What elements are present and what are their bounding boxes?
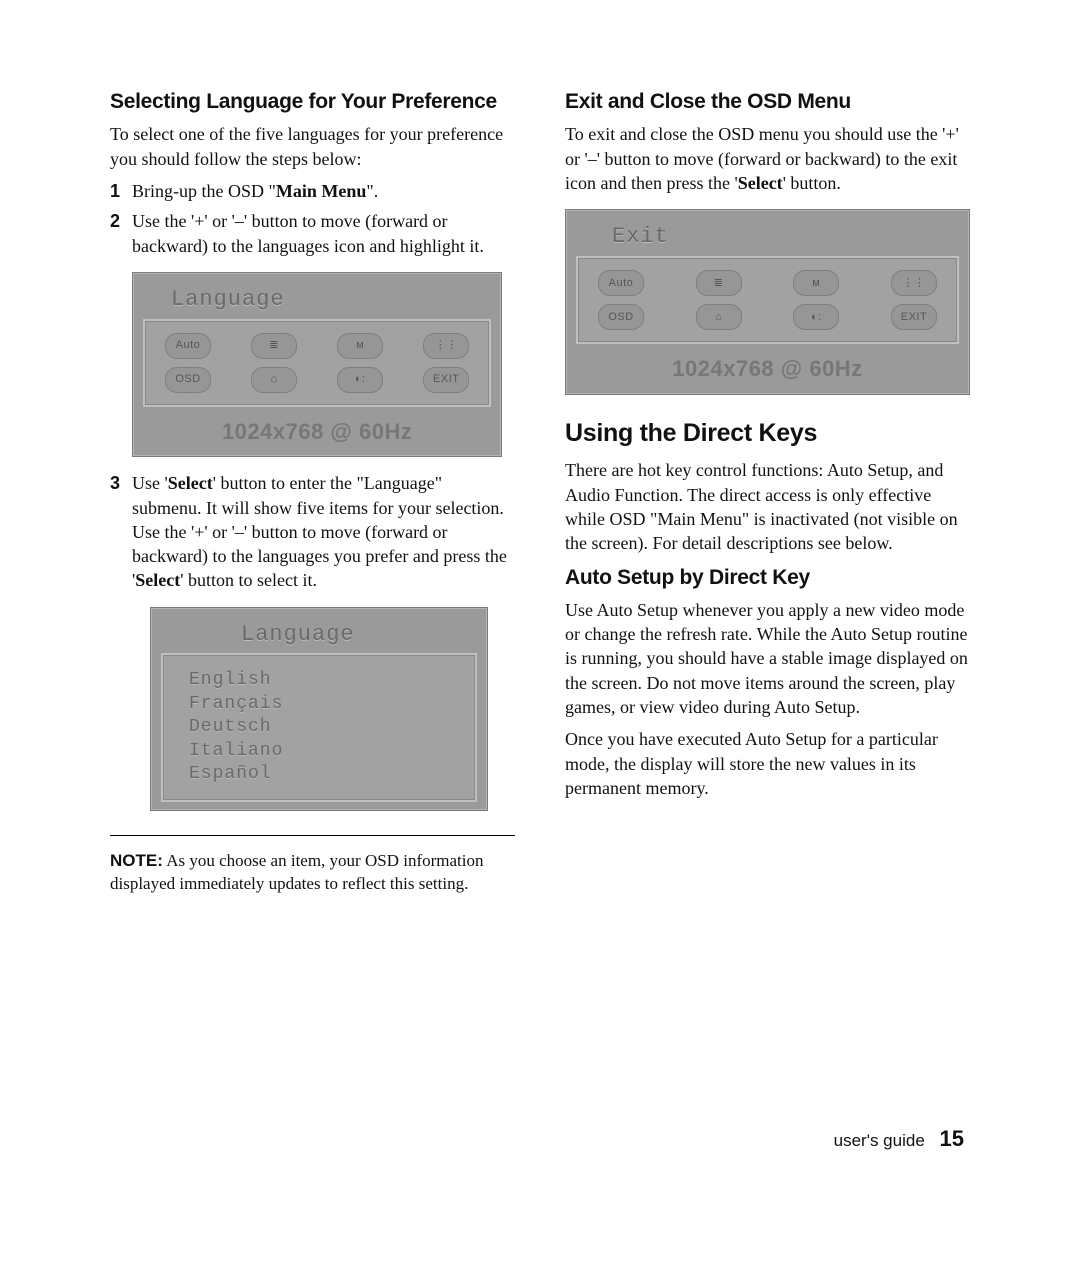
m-icon: ᴍ xyxy=(337,333,383,359)
osd-icon: OSD xyxy=(598,304,644,330)
audio-icon: ◐: xyxy=(337,367,383,393)
osd-resolution: 1024x768 @ 60Hz xyxy=(576,344,959,386)
page-footer: user's guide 15 xyxy=(110,1124,970,1154)
intro-text: To select one of the five languages for … xyxy=(110,122,515,171)
lang-item: Français xyxy=(189,693,457,716)
page-number: 15 xyxy=(940,1126,964,1151)
osd-title: Language xyxy=(161,618,477,654)
note-text: NOTE: As you choose an item, your OSD in… xyxy=(110,850,515,896)
step-2-num: 2 xyxy=(110,209,132,258)
lang-item: English xyxy=(189,669,457,692)
step-1-text: Bring-up the OSD "Main Menu". xyxy=(132,179,515,203)
lang-item: Italiano xyxy=(189,740,457,763)
exit-icon: EXIT xyxy=(891,304,937,330)
step-3-text: Use 'Select' button to enter the "Langua… xyxy=(132,471,515,592)
heading-exit-close: Exit and Close the OSD Menu xyxy=(565,88,970,116)
list-icon: ≣ xyxy=(251,333,297,359)
home-icon: ⌂ xyxy=(696,304,742,330)
exit-close-text: To exit and close the OSD menu you shoul… xyxy=(565,122,970,195)
lang-item: Deutsch xyxy=(189,716,457,739)
footer-label: user's guide xyxy=(834,1131,925,1150)
direct-keys-text: There are hot key control functions: Aut… xyxy=(565,458,970,555)
home-icon: ⌂ xyxy=(251,367,297,393)
lang-item: Español xyxy=(189,763,457,786)
osd-resolution: 1024x768 @ 60Hz xyxy=(143,407,491,449)
osd-language-submenu: Language English Français Deutsch Italia… xyxy=(150,607,488,812)
m-icon: ᴍ xyxy=(793,270,839,296)
osd-title: Language xyxy=(143,283,491,319)
heading-auto-setup: Auto Setup by Direct Key xyxy=(565,564,970,592)
step-2-text: Use the '+' or '–' button to move (forwa… xyxy=(132,209,515,258)
osd-title: Exit xyxy=(576,220,959,256)
step-1-num: 1 xyxy=(110,179,132,203)
dots-icon: ⋮⋮ xyxy=(891,270,937,296)
auto-setup-p1: Use Auto Setup whenever you apply a new … xyxy=(565,598,970,719)
heading-select-language: Selecting Language for Your Preference xyxy=(110,88,515,116)
osd-icon: OSD xyxy=(165,367,211,393)
auto-setup-p2: Once you have executed Auto Setup for a … xyxy=(565,727,970,800)
osd-language-menu: Language Auto ≣ ᴍ ⋮⋮ OSD ⌂ ◐: EXIT 1024x… xyxy=(132,272,502,457)
osd-exit-menu: Exit Auto ≣ ᴍ ⋮⋮ OSD ⌂ ◐: EXIT 1024x768 … xyxy=(565,209,970,394)
auto-icon: Auto xyxy=(165,333,211,359)
list-icon: ≣ xyxy=(696,270,742,296)
auto-icon: Auto xyxy=(598,270,644,296)
heading-direct-keys: Using the Direct Keys xyxy=(565,417,970,451)
exit-icon: EXIT xyxy=(423,367,469,393)
divider xyxy=(110,835,515,836)
audio-icon: ◐: xyxy=(793,304,839,330)
step-3-num: 3 xyxy=(110,471,132,592)
dots-icon: ⋮⋮ xyxy=(423,333,469,359)
